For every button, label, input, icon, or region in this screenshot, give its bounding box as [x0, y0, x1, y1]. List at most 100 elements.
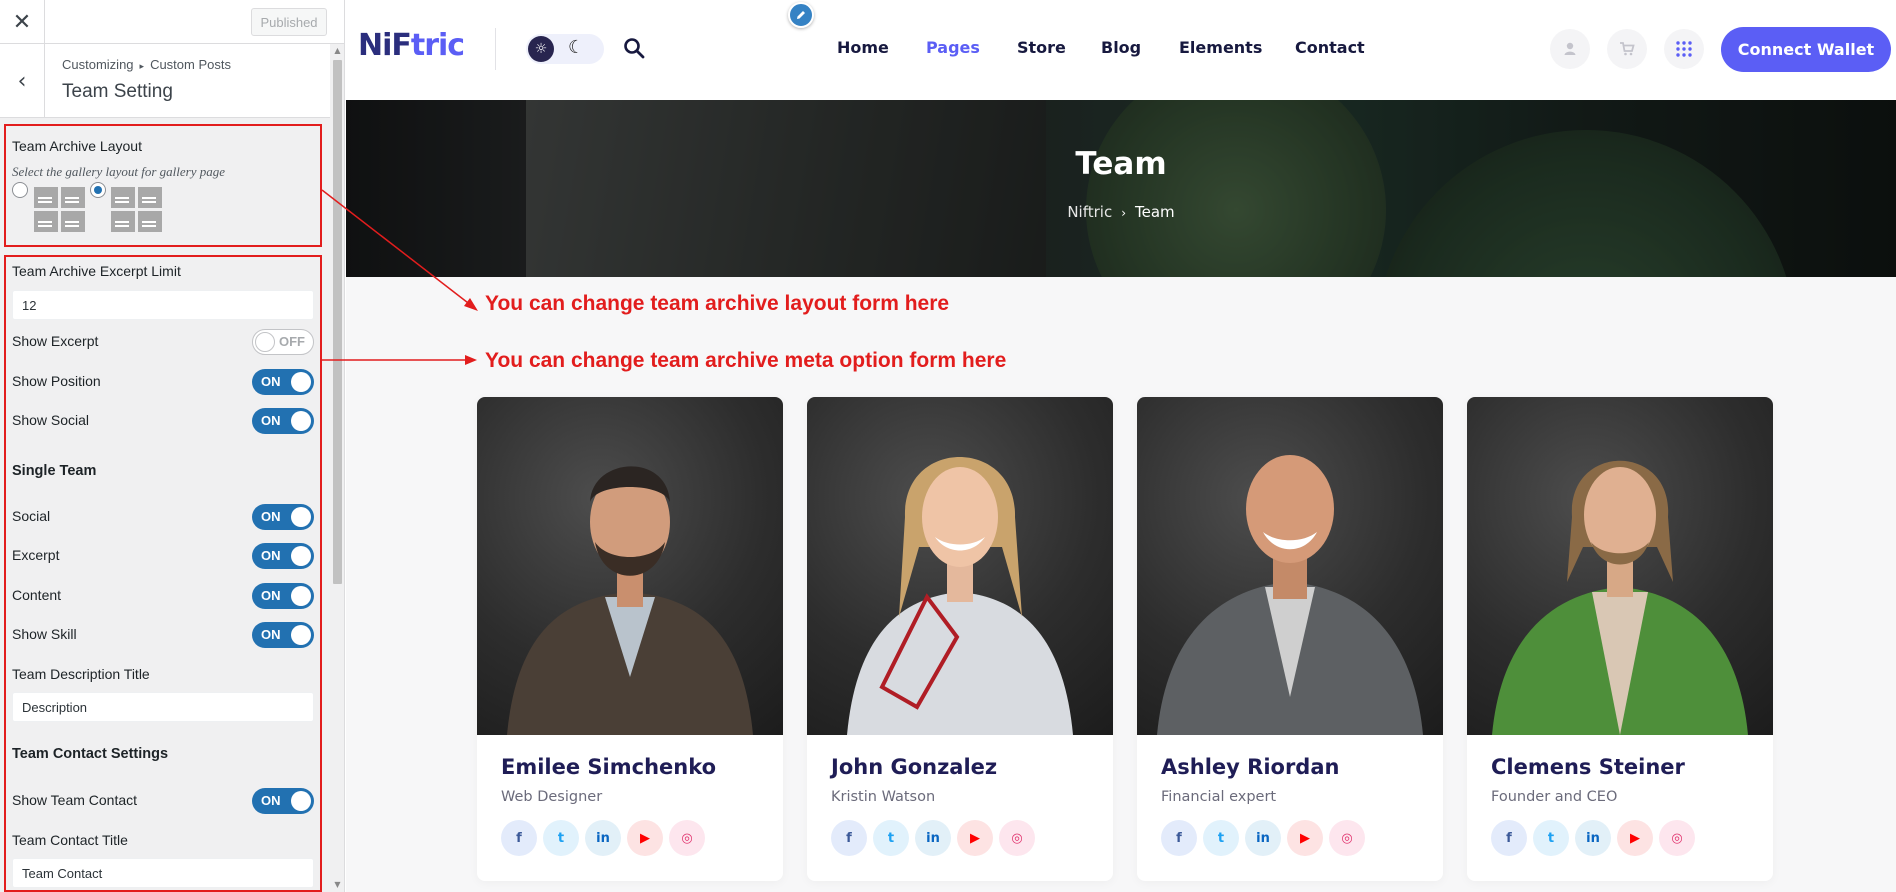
youtube-icon[interactable]: ▶ — [1617, 820, 1653, 856]
show-position-label: Show Position — [12, 373, 101, 389]
team-member-name[interactable]: John Gonzalez — [831, 755, 997, 779]
show-social-label: Show Social — [12, 412, 90, 428]
scroll-up-arrow-icon[interactable]: ▲ — [330, 44, 344, 58]
instagram-icon[interactable]: ◎ — [1659, 820, 1695, 856]
cart-icon[interactable] — [1607, 29, 1647, 69]
instagram-icon[interactable]: ◎ — [999, 820, 1035, 856]
breadcrumb-section: Custom Posts — [150, 57, 231, 72]
youtube-icon[interactable]: ▶ — [1287, 820, 1323, 856]
team-member-role: Founder and CEO — [1491, 789, 1618, 805]
twitter-icon[interactable]: t — [1533, 820, 1569, 856]
team-card[interactable]: John Gonzalez Kristin Watson f t in ▶ ◎ — [807, 397, 1113, 881]
layout-option-2-radio[interactable] — [90, 182, 106, 198]
breadcrumb-separator: ▸ — [139, 61, 145, 71]
team-member-photo[interactable] — [477, 397, 783, 735]
breadcrumb-home-link[interactable]: Niftric — [1067, 203, 1112, 221]
archive-layout-label: Team Archive Layout — [12, 138, 142, 154]
excerpt-toggle[interactable]: ON — [252, 543, 314, 569]
theme-mode-switch[interactable]: ☼ ☾ — [526, 34, 604, 64]
facebook-icon[interactable]: f — [831, 820, 867, 856]
single-team-heading: Single Team — [12, 463, 97, 479]
section-header: ‹ Customizing ▸ Custom Posts Team Setting — [0, 44, 330, 118]
breadcrumb: Customizing ▸ Custom Posts — [62, 57, 231, 72]
search-icon[interactable] — [622, 36, 646, 60]
apps-grid-icon[interactable] — [1664, 29, 1704, 69]
team-member-name[interactable]: Clemens Steiner — [1491, 755, 1685, 779]
nav-store[interactable]: Store — [1017, 38, 1066, 57]
nav-blog[interactable]: Blog — [1101, 38, 1141, 57]
meta-annotation: You can change team archive meta option … — [485, 349, 1007, 372]
site-header: NiFtric ☼ ☾ Home Pages Store Blog Elemen… — [346, 0, 1896, 100]
contact-title-input[interactable]: Team Contact — [12, 858, 314, 888]
sidebar-scrollbar[interactable]: ▲ ▼ — [330, 44, 344, 892]
nav-contact[interactable]: Contact — [1295, 38, 1365, 57]
breadcrumb-arrow-icon: › — [1121, 206, 1127, 220]
social-label: Social — [12, 508, 51, 524]
layout-option-1-radio[interactable] — [12, 182, 28, 198]
linkedin-icon[interactable]: in — [1245, 820, 1281, 856]
show-excerpt-label: Show Excerpt — [12, 333, 99, 349]
nav-pages[interactable]: Pages — [926, 38, 980, 57]
content-label: Content — [12, 587, 62, 603]
excerpt-limit-input[interactable]: 12 — [12, 290, 314, 320]
team-member-photo[interactable] — [1137, 397, 1443, 735]
scroll-down-arrow-icon[interactable]: ▼ — [330, 878, 344, 892]
back-icon[interactable]: ‹ — [0, 44, 45, 118]
breadcrumb-root: Customizing — [62, 57, 134, 72]
description-title-input[interactable]: Description — [12, 692, 314, 722]
nav-elements[interactable]: Elements — [1179, 38, 1262, 57]
close-icon[interactable]: ✕ — [0, 0, 45, 44]
team-member-name[interactable]: Emilee Simchenko — [501, 755, 716, 779]
show-skill-label: Show Skill — [12, 626, 77, 642]
team-card[interactable]: Emilee Simchenko Web Designer f t in ▶ ◎ — [477, 397, 783, 881]
instagram-icon[interactable]: ◎ — [1329, 820, 1365, 856]
linkedin-icon[interactable]: in — [915, 820, 951, 856]
show-position-toggle[interactable]: ON — [252, 369, 314, 395]
scroll-thumb[interactable] — [333, 60, 342, 584]
linkedin-icon[interactable]: in — [585, 820, 621, 856]
sun-icon[interactable]: ☼ — [528, 36, 554, 62]
published-button[interactable]: Published — [251, 8, 327, 36]
team-member-name[interactable]: Ashley Riordan — [1161, 755, 1339, 779]
nav-home[interactable]: Home — [837, 38, 889, 57]
content-toggle[interactable]: ON — [252, 583, 314, 609]
facebook-icon[interactable]: f — [1161, 820, 1197, 856]
contact-title-label: Team Contact Title — [12, 832, 128, 848]
layout-annotation: You can change team archive layout form … — [485, 292, 950, 315]
user-icon[interactable] — [1550, 29, 1590, 69]
team-member-photo[interactable] — [1467, 397, 1773, 735]
team-member-role: Financial expert — [1161, 789, 1277, 805]
show-social-toggle[interactable]: ON — [252, 408, 314, 434]
twitter-icon[interactable]: t — [1203, 820, 1239, 856]
banner-title: Team — [1075, 146, 1167, 182]
breadcrumb-current: Team — [1135, 203, 1175, 221]
show-team-contact-toggle[interactable]: ON — [252, 788, 314, 814]
moon-icon[interactable]: ☾ — [568, 37, 584, 58]
show-skill-toggle[interactable]: ON — [252, 622, 314, 648]
show-excerpt-toggle[interactable]: OFF — [252, 329, 314, 355]
facebook-icon[interactable]: f — [1491, 820, 1527, 856]
banner-breadcrumb: Niftric › Team — [346, 203, 1896, 221]
excerpt-limit-label: Team Archive Excerpt Limit — [12, 263, 181, 279]
panel-title: Team Setting — [62, 81, 173, 102]
team-card[interactable]: Clemens Steiner Founder and CEO f t in ▶… — [1467, 397, 1773, 881]
contact-settings-heading: Team Contact Settings — [12, 746, 169, 762]
team-member-role: Web Designer — [501, 789, 603, 805]
connect-wallet-button[interactable]: Connect Wallet — [1721, 27, 1891, 72]
team-member-photo[interactable] — [807, 397, 1113, 735]
show-team-contact-label: Show Team Contact — [12, 792, 138, 808]
twitter-icon[interactable]: t — [873, 820, 909, 856]
youtube-icon[interactable]: ▶ — [627, 820, 663, 856]
youtube-icon[interactable]: ▶ — [957, 820, 993, 856]
team-member-role: Kristin Watson — [831, 789, 936, 805]
edit-pencil-icon[interactable] — [788, 2, 814, 28]
facebook-icon[interactable]: f — [501, 820, 537, 856]
instagram-icon[interactable]: ◎ — [669, 820, 705, 856]
twitter-icon[interactable]: t — [543, 820, 579, 856]
social-toggle[interactable]: ON — [252, 504, 314, 530]
team-card[interactable]: Ashley Riordan Financial expert f t in ▶… — [1137, 397, 1443, 881]
customizer-sidebar: ✕ Published ‹ Customizing ▸ Custom Posts T… — [0, 0, 345, 892]
archive-layout-description: Select the gallery layout for gallery pa… — [12, 164, 225, 179]
linkedin-icon[interactable]: in — [1575, 820, 1611, 856]
site-logo[interactable]: NiFtric — [358, 28, 465, 63]
